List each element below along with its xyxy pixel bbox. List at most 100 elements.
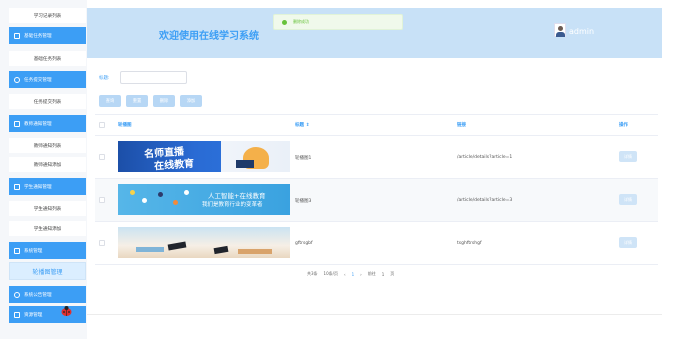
sidebar-group-label: 系统公告管理 [24,292,52,298]
reset-button[interactable]: 重置 [126,95,148,107]
toast-message: 删除成功 [293,19,309,24]
circle-icon [14,76,20,83]
detail-button[interactable]: 详情 [619,194,637,205]
carousel-image [118,227,290,258]
carousel-image: 名师直播 在线教育 [118,141,290,172]
detail-button[interactable]: 详情 [619,151,637,162]
select-all-checkbox[interactable] [99,122,105,128]
top-header: 欢迎使用在线学习系统 删除成功 admin [87,8,662,58]
table-row: 名师直播 在线教育 轮播图1 /article/details?article=… [95,136,658,179]
sidebar-group-student-notices[interactable]: 学生通知管理 [9,178,86,195]
column-header-title[interactable]: 标题 ⇕ [295,122,309,128]
page-title: 欢迎使用在线学习系统 [159,31,259,42]
ladybug-icon [61,306,72,316]
decor-icon [173,200,178,205]
column-header-link: 链接 [457,123,466,128]
sidebar-item-label: 学生通知列表 [33,206,62,212]
add-button[interactable]: 添加 [180,95,202,107]
page-size-select[interactable]: 10条/页 [324,271,338,277]
success-toast: 删除成功 [273,14,403,30]
sidebar-item-teacher-notice-list[interactable]: 教师通知列表 [9,138,86,153]
sidebar-item-label: 基础任务列表 [33,56,62,62]
sidebar-group-label: 教师通知管理 [24,121,52,127]
title-search-input[interactable] [120,71,187,84]
row-link: tsghftrshgf [457,241,482,246]
avatar-body [556,32,565,37]
row-checkbox[interactable] [99,240,105,246]
grid-icon [14,120,20,127]
column-header-image: 轮播图 [118,123,132,128]
sidebar-item-label: 轮播图管理 [32,268,63,276]
book-illustration [136,247,164,252]
row-title: 轮播图1 [295,156,312,161]
page-number-current[interactable]: 1 [352,272,355,277]
sidebar-item-study-records[interactable]: 学习记录列表 [9,8,86,23]
table-header: 轮播图 标题 ⇕ 链接 操作 [95,114,658,136]
sidebar-group-system[interactable]: 系统管理 [9,242,86,259]
success-icon [282,19,287,25]
sidebar-group-basic-tasks[interactable]: 基础任务管理 [9,27,86,44]
row-title: 轮播图3 [295,199,312,204]
table-row: gftrsgbf tsghftrshgf 详情 [95,222,658,265]
sidebar-item-label: 学习记录列表 [33,13,62,19]
detail-button[interactable]: 详情 [619,237,637,248]
sidebar-item-teacher-notice-add[interactable]: 教师通知添加 [9,157,86,172]
graduation-cap-illustration [167,241,187,251]
sidebar-group-resources[interactable]: 资源管理 [9,306,86,323]
sidebar-group-teacher-notices[interactable]: 教师通知管理 [9,115,86,132]
sidebar-group-label: 资源管理 [24,312,43,318]
delete-button[interactable]: 删除 [153,95,175,107]
search-button[interactable]: 查询 [99,95,121,107]
image-caption: 我们是教育行业的变革者 [202,202,263,208]
pagination: 共3条 10条/页 ‹ 1 › 前往 1 页 [307,271,394,277]
grid-icon [14,32,20,39]
avatar[interactable] [554,23,566,37]
image-caption: 人工智能+在线教育 [208,192,266,200]
sidebar-item-label: 教师通知添加 [33,162,62,168]
row-link: /article/details?article=1 [457,155,513,160]
sidebar-item-basic-task-list[interactable]: 基础任务列表 [9,51,86,66]
avatar-head [558,26,563,31]
username[interactable]: admin [569,27,594,36]
sidebar-item-label: 任务提交列表 [33,99,62,105]
circle-icon [14,291,20,298]
carousel-image: 人工智能+在线教育 我们是教育行业的变革者 [118,184,290,215]
row-checkbox[interactable] [99,197,105,203]
decor-icon [142,198,147,203]
divider [87,314,662,315]
image-caption: 在线教育 [153,158,195,172]
prev-page-button[interactable]: ‹ [344,272,346,277]
sidebar-group-label: 基础任务管理 [24,33,52,39]
goto-page-input[interactable]: 1 [382,272,385,277]
sidebar-item-label: 学生通知添加 [33,226,62,232]
decor-icon [158,192,163,197]
next-page-button[interactable]: › [360,272,362,277]
sidebar-item-task-submission-list[interactable]: 任务提交列表 [9,94,86,109]
grid-icon [14,183,20,190]
book-illustration [238,249,272,254]
laptop-illustration [236,160,254,168]
sidebar-group-system-announcements[interactable]: 系统公告管理 [9,286,86,303]
sidebar-item-student-notice-add[interactable]: 学生通知添加 [9,221,86,236]
search-label: 标题: [99,76,110,81]
graduation-cap-illustration [213,245,229,255]
goto-suffix: 页 [390,271,395,276]
pagination-total: 共3条 [307,271,318,276]
row-checkbox[interactable] [99,154,105,160]
table-row: 人工智能+在线教育 我们是教育行业的变革者 轮播图3 /article/deta… [95,179,658,222]
sidebar-group-label: 任务提交管理 [24,77,52,83]
sidebar-item-student-notice-list[interactable]: 学生通知列表 [9,201,86,216]
sidebar-group-task-submission[interactable]: 任务提交管理 [9,71,86,88]
sidebar-group-label: 系统管理 [24,248,43,254]
sidebar-item-carousel-management[interactable]: 轮播图管理 [9,262,86,280]
grid-icon [14,311,20,318]
sidebar: 学习记录列表 基础任务管理 基础任务列表 任务提交管理 任务提交列表 教师通知管… [0,0,87,339]
grid-icon [14,247,20,254]
decor-icon [184,190,189,195]
row-link: /article/details?article=3 [457,198,513,203]
sidebar-item-label: 教师通知列表 [33,143,62,149]
decor-icon [130,190,135,195]
sidebar-group-label: 学生通知管理 [24,184,52,190]
goto-label: 前往 [367,271,376,276]
column-header-action: 操作 [619,123,628,128]
